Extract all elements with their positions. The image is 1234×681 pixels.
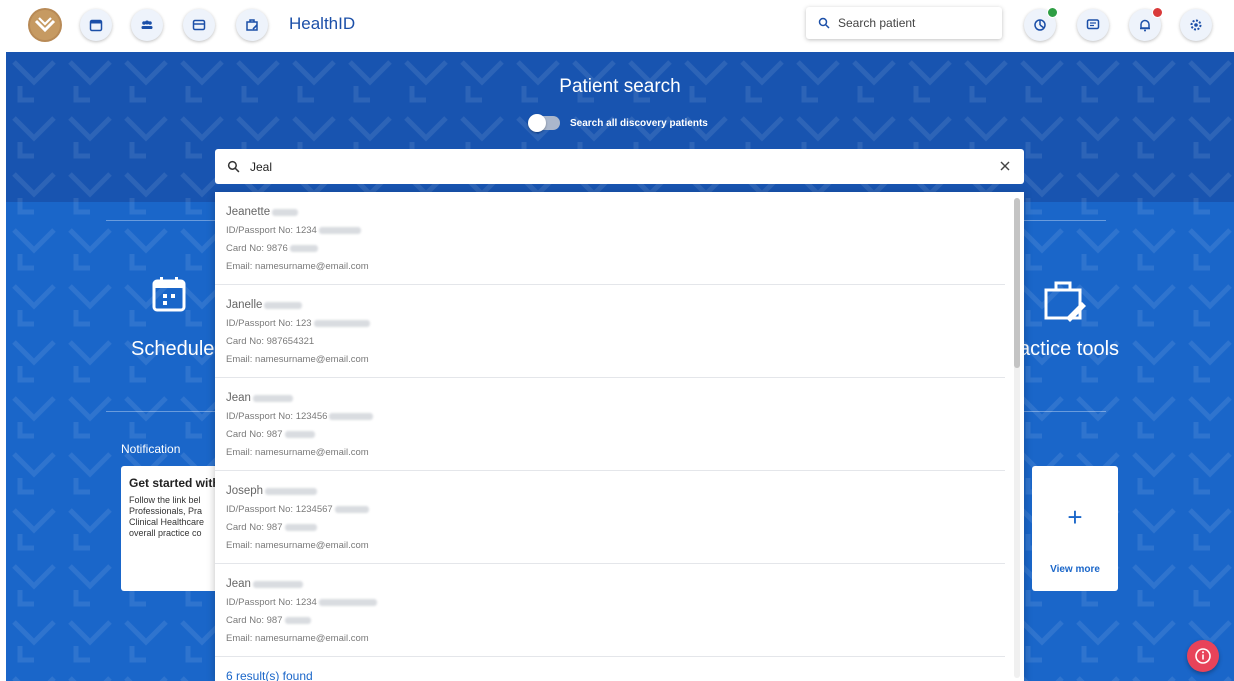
calendar-icon[interactable] — [152, 276, 186, 312]
practice-tools-icon[interactable] — [236, 9, 268, 41]
search-icon — [227, 160, 240, 173]
info-button[interactable] — [1187, 640, 1219, 672]
patient-card: Card No: 987654321 — [226, 335, 315, 347]
notification-badge — [1152, 7, 1163, 18]
top-search-input[interactable]: Search patient — [806, 7, 1002, 39]
patient-name: Joseph — [226, 485, 264, 497]
practice-tools-tile-label[interactable]: actice tools — [1019, 338, 1119, 361]
patient-card: Card No: 987 — [226, 521, 283, 533]
patient-email: Email: namesurname@email.com — [226, 446, 369, 458]
bell-icon[interactable] — [1129, 7, 1163, 41]
patient-name: Jean — [226, 392, 251, 404]
view-more-card[interactable]: + View more — [1032, 466, 1118, 591]
patient-id: ID/Passport No: 123 — [226, 317, 312, 329]
patient-id: ID/Passport No: 1234 — [226, 224, 317, 236]
notification-card-body: Follow the link bel Professionals, Pra C… — [129, 495, 205, 538]
app-title: HealthID — [289, 14, 356, 33]
result-item[interactable]: Jean ID/Passport No: 123456 Card No: 987… — [215, 378, 1005, 471]
discovery-toggle-row: Search all discovery patients — [528, 114, 708, 132]
calendar-icon[interactable] — [80, 9, 112, 41]
info-icon — [1195, 648, 1211, 664]
card-icon[interactable] — [183, 9, 215, 41]
discovery-toggle-label: Search all discovery patients — [570, 117, 708, 129]
notification-section-label: Notification — [121, 442, 181, 456]
patient-email: Email: namesurname@email.com — [226, 260, 369, 272]
top-bar: HealthID Search patient — [0, 0, 1234, 50]
result-item[interactable]: Janelle ID/Passport No: 123 Card No: 987… — [215, 285, 1005, 378]
patient-name: Jeanette — [226, 206, 271, 218]
messages-icon[interactable] — [1077, 9, 1109, 41]
patients-icon[interactable] — [131, 9, 163, 41]
patient-search-input[interactable]: Jeal — [215, 149, 1024, 184]
settings-icon[interactable] — [1180, 9, 1212, 41]
patient-search-value: Jeal — [250, 159, 273, 174]
patient-id: ID/Passport No: 123456 — [226, 410, 328, 422]
analytics-badge — [1047, 7, 1058, 18]
patient-name: Jean — [226, 578, 251, 590]
patient-card: Card No: 987 — [226, 614, 283, 626]
scrollbar-thumb[interactable] — [1014, 198, 1020, 368]
patient-card: Card No: 987 — [226, 428, 283, 440]
close-icon — [1000, 161, 1010, 171]
patient-email: Email: namesurname@email.com — [226, 353, 369, 365]
schedule-tile-label[interactable]: Schedule — [131, 338, 214, 361]
patient-name: Janelle — [226, 299, 263, 311]
plus-icon: + — [1067, 502, 1083, 532]
view-more-label: View more — [1050, 564, 1100, 575]
page-title: Patient search — [559, 76, 681, 97]
logo-icon[interactable] — [28, 8, 62, 42]
search-results-panel: Jeanette ID/Passport No: 1234 Card No: 9… — [215, 192, 1024, 681]
patient-card: Card No: 9876 — [226, 242, 288, 254]
practice-tools-icon[interactable] — [1042, 278, 1086, 322]
analytics-icon[interactable] — [1024, 7, 1058, 41]
patient-id: ID/Passport No: 1234 — [226, 596, 317, 608]
patient-email: Email: namesurname@email.com — [226, 632, 369, 644]
result-item[interactable]: Joseph ID/Passport No: 1234567 Card No: … — [215, 471, 1005, 564]
patient-id: ID/Passport No: 1234567 — [226, 503, 333, 515]
top-search-placeholder: Search patient — [838, 16, 916, 30]
discovery-toggle[interactable] — [528, 114, 560, 132]
patient-email: Email: namesurname@email.com — [226, 539, 369, 551]
result-item[interactable]: Jean ID/Passport No: 1234 Card No: 987 E… — [215, 564, 1005, 657]
search-icon — [818, 17, 830, 29]
results-count: 6 result(s) found — [226, 669, 313, 681]
result-item[interactable]: Jeanette ID/Passport No: 1234 Card No: 9… — [215, 192, 1005, 285]
clear-search-button[interactable] — [996, 157, 1014, 175]
